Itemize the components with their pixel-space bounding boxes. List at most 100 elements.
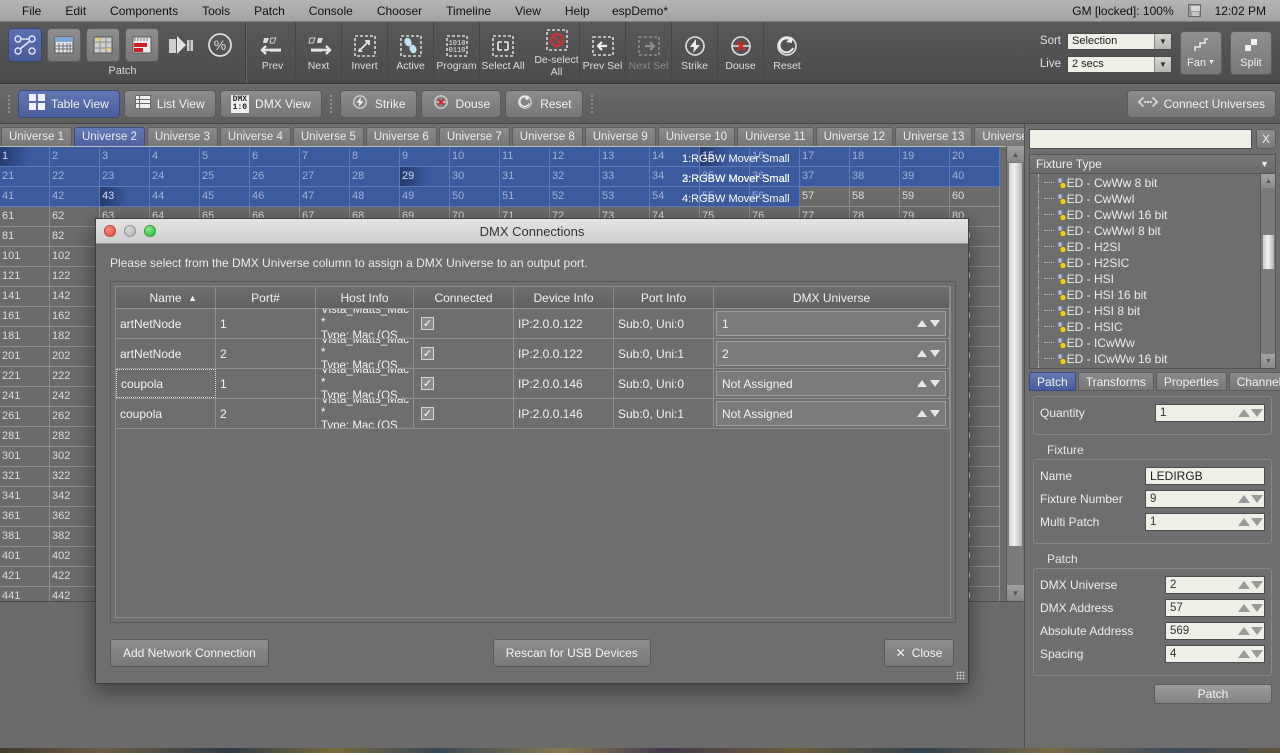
grid-cell-44[interactable]: 44 xyxy=(150,187,200,207)
chevron-down-icon[interactable]: ▼ xyxy=(1154,57,1171,72)
scroll-down-arrow-icon[interactable]: ▼ xyxy=(1007,585,1024,601)
menu-item-patch[interactable]: Patch xyxy=(242,0,297,22)
multi-patch-stepper[interactable]: 1 xyxy=(1145,513,1265,531)
reset-button-viewbar[interactable]: Reset xyxy=(505,90,582,118)
chevron-down-icon[interactable]: ▼ xyxy=(1260,159,1269,169)
menu-item-file[interactable]: File xyxy=(0,0,53,22)
connected-checkbox[interactable]: ✓ xyxy=(421,347,434,360)
scroll-thumb[interactable] xyxy=(1262,234,1275,270)
stepper-up-icon[interactable] xyxy=(1238,518,1250,526)
grid-cell-37[interactable]: 37 xyxy=(800,167,850,187)
grid-cell-261[interactable]: 261 xyxy=(0,407,50,427)
grid-cell-282[interactable]: 282 xyxy=(50,427,100,447)
absolute-address-stepper[interactable]: 569 xyxy=(1165,622,1265,640)
grid-cell-381[interactable]: 381 xyxy=(0,527,50,547)
grid-cell-82[interactable]: 82 xyxy=(50,227,100,247)
clear-search-button[interactable]: X xyxy=(1256,129,1276,149)
stepper-arrows[interactable] xyxy=(1233,623,1263,639)
stepper-up-icon[interactable] xyxy=(917,350,927,357)
grid-cell-162[interactable]: 162 xyxy=(50,307,100,327)
grid-cell-302[interactable]: 302 xyxy=(50,447,100,467)
grid-cell-38[interactable]: 38 xyxy=(850,167,900,187)
fan-button[interactable]: Fan ▼ xyxy=(1180,31,1222,75)
stepper-down-icon[interactable] xyxy=(1251,495,1263,503)
stepper-down-icon[interactable] xyxy=(1251,627,1263,635)
grid-cell-262[interactable]: 262 xyxy=(50,407,100,427)
grid-cell-12[interactable]: 12 xyxy=(550,147,600,167)
table-row[interactable]: coupola1Vista_Matts_Mac *Type: Mac (OS …… xyxy=(116,369,950,399)
grid-cell-40[interactable]: 40 xyxy=(950,167,1000,187)
grid-cell-442[interactable]: 442 xyxy=(50,587,100,601)
grid-cell-30[interactable]: 30 xyxy=(450,167,500,187)
live-select[interactable]: 2 secs ▼ xyxy=(1067,56,1172,73)
grid-cell-19[interactable]: 19 xyxy=(900,147,950,167)
universe-tab-6[interactable]: Universe 6 xyxy=(366,127,437,146)
grid-scrollbar[interactable]: ▲ ▼ xyxy=(1006,146,1023,601)
prev-button[interactable]: Prev xyxy=(250,22,296,83)
floppy-disk-icon[interactable] xyxy=(1188,4,1201,17)
grid-cell-17[interactable]: 17 xyxy=(800,147,850,167)
column-header-host-info[interactable]: Host Info xyxy=(316,287,414,308)
column-header-connected[interactable]: Connected xyxy=(414,287,514,308)
search-input[interactable] xyxy=(1029,129,1252,149)
table-row[interactable]: artNetNode1Vista_Matts_Mac *Type: Mac (O… xyxy=(116,309,950,339)
stepper-arrows[interactable] xyxy=(1233,405,1263,421)
scroll-down-arrow-icon[interactable]: ▼ xyxy=(1261,354,1276,368)
grid-cell-49[interactable]: 49 xyxy=(400,187,450,207)
quantity-stepper[interactable]: 1 xyxy=(1155,404,1265,422)
scroll-thumb[interactable] xyxy=(1008,162,1023,547)
strike-button[interactable]: Strike xyxy=(672,22,718,83)
select-all-button[interactable]: Select All xyxy=(480,22,526,83)
grid-cell-52[interactable]: 52 xyxy=(550,187,600,207)
grid-cell-102[interactable]: 102 xyxy=(50,247,100,267)
fixture-type-item-1[interactable]: LED - CwWw 8 bit xyxy=(1030,175,1275,191)
dmx-universe-select[interactable]: 2 xyxy=(716,341,946,366)
next-button[interactable]: Next xyxy=(296,22,342,83)
grid-cell-4[interactable]: 4 xyxy=(150,147,200,167)
dmx-universe-stepper[interactable]: 2 xyxy=(1165,576,1265,594)
grid-cell-301[interactable]: 301 xyxy=(0,447,50,467)
stepper-up-icon[interactable] xyxy=(1238,495,1250,503)
universe-tab-9[interactable]: Universe 9 xyxy=(585,127,656,146)
stepper-up-icon[interactable] xyxy=(917,380,927,387)
connected-checkbox[interactable]: ✓ xyxy=(421,317,434,330)
grid-cell-20[interactable]: 20 xyxy=(950,147,1000,167)
rescan-usb-button[interactable]: Rescan for USB Devices xyxy=(493,639,651,667)
patch-nodes-icon[interactable] xyxy=(8,28,42,62)
menu-item-timeline[interactable]: Timeline xyxy=(434,0,503,22)
grid-cell-361[interactable]: 361 xyxy=(0,507,50,527)
dialog-titlebar[interactable]: DMX Connections xyxy=(96,219,968,244)
universe-tab-10[interactable]: Universe 10 xyxy=(658,127,735,146)
grid-cell-23[interactable]: 23 xyxy=(100,167,150,187)
fixture-type-list[interactable]: LED - CwWw 16 bitLED - CwWw 8 bitLED - C… xyxy=(1029,174,1276,369)
stepper-arrows[interactable] xyxy=(1233,491,1263,507)
grid-cell-32[interactable]: 32 xyxy=(550,167,600,187)
grid-cell-122[interactable]: 122 xyxy=(50,267,100,287)
patch-button[interactable]: Patch xyxy=(1154,684,1272,704)
fixture-type-header[interactable]: Fixture Type ▼ xyxy=(1029,154,1276,174)
universe-tab-11[interactable]: Universe 11 xyxy=(737,127,814,146)
stepper-up-icon[interactable] xyxy=(917,320,927,327)
grid-cell-13[interactable]: 13 xyxy=(600,147,650,167)
fixture-type-item-7[interactable]: LED - HSI xyxy=(1030,271,1275,287)
grid-cell-27[interactable]: 27 xyxy=(300,167,350,187)
grid-cell-50[interactable]: 50 xyxy=(450,187,500,207)
next-sel-button[interactable]: Next Sel xyxy=(626,22,672,83)
grid-cell-25[interactable]: 25 xyxy=(200,167,250,187)
grid-cell-121[interactable]: 121 xyxy=(0,267,50,287)
stepper-up-icon[interactable] xyxy=(1238,604,1250,612)
column-header-dmx-universe[interactable]: DMX Universe xyxy=(714,287,950,308)
prev-sel-button[interactable]: Prev Sel xyxy=(580,22,626,83)
universe-tab-2[interactable]: Universe 2 xyxy=(74,127,145,146)
sort-select[interactable]: Selection ▼ xyxy=(1067,33,1172,50)
grid-cell-10[interactable]: 10 xyxy=(450,147,500,167)
stepper-arrows[interactable] xyxy=(917,320,940,327)
add-network-connection-button[interactable]: Add Network Connection xyxy=(110,639,269,667)
grid-cell-59[interactable]: 59 xyxy=(900,187,950,207)
stepper-arrows[interactable] xyxy=(917,380,940,387)
grid-cell-281[interactable]: 281 xyxy=(0,427,50,447)
stepper-down-icon[interactable] xyxy=(930,320,940,327)
grid-cell-7[interactable]: 7 xyxy=(300,147,350,167)
grid-cell-51[interactable]: 51 xyxy=(500,187,550,207)
stepper-down-icon[interactable] xyxy=(1251,409,1263,417)
